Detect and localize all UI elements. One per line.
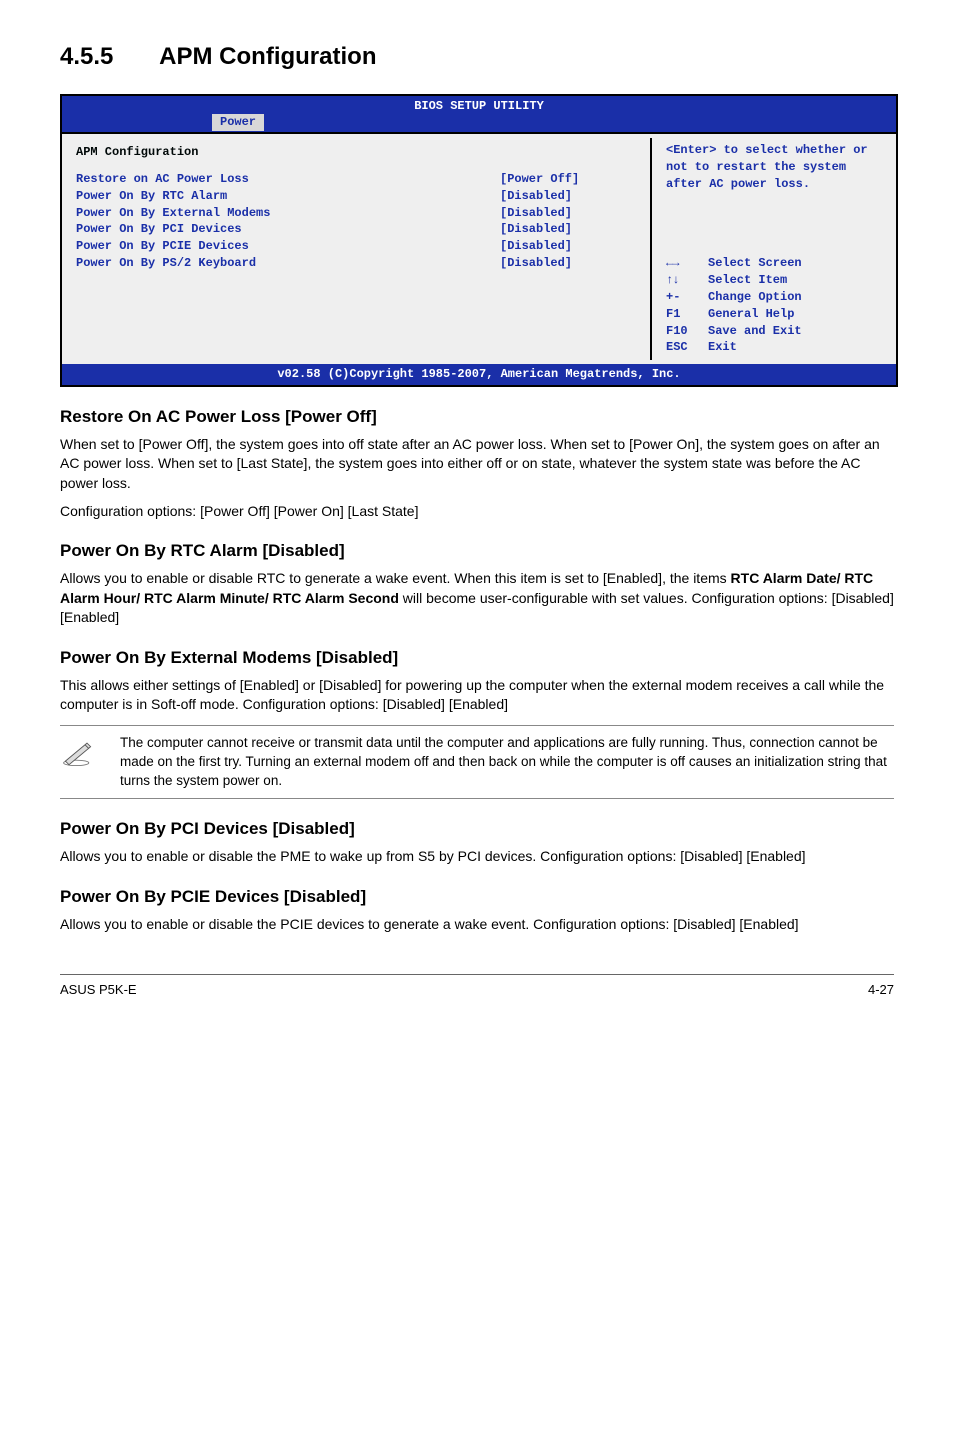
subsection-heading-ext-modems: Power On By External Modems [Disabled] [60,646,894,670]
bios-key: ESC [666,339,708,356]
bios-item-label: Power On By PCIE Devices [76,238,500,255]
bios-item: Power On By PCIE Devices[Disabled] [76,238,640,255]
bios-key-desc: General Help [708,306,794,323]
subsection-body: Allows you to enable or disable the PME … [60,847,894,867]
bios-item-label: Power On By PCI Devices [76,221,500,238]
subsection-body: When set to [Power Off], the system goes… [60,435,894,494]
note-text: The computer cannot receive or transmit … [120,734,894,791]
section-number: 4.5.5 [60,40,113,74]
bios-item-value: [Disabled] [500,188,640,205]
footer-left: ASUS P5K-E [60,981,137,999]
bios-key: F10 [666,323,708,340]
bios-key-row: ESCExit [666,339,886,356]
bios-key-desc: Select Screen [708,255,802,272]
bios-body: APM Configuration Restore on AC Power Lo… [62,132,896,364]
bios-item: Power On By RTC Alarm[Disabled] [76,188,640,205]
bios-key: ↑↓ [666,272,708,289]
subsection-heading-restore: Restore On AC Power Loss [Power Off] [60,405,894,429]
note-block: The computer cannot receive or transmit … [60,725,894,800]
subsection-heading-pcie: Power On By PCIE Devices [Disabled] [60,885,894,909]
bios-tab-row: Power [62,114,896,132]
bios-help-text: <Enter> to select whether or not to rest… [666,142,886,192]
bios-key-row: ←→Select Screen [666,255,886,272]
body-pre: Allows you to enable or disable RTC to g… [60,570,731,586]
bios-key-row: F1General Help [666,306,886,323]
bios-key-desc: Change Option [708,289,802,306]
bios-item-label: Restore on AC Power Loss [76,171,500,188]
section-title: APM Configuration [159,43,376,70]
bios-key-row: ↑↓Select Item [666,272,886,289]
bios-item-label: Power On By PS/2 Keyboard [76,255,500,272]
subsection-heading-pci: Power On By PCI Devices [Disabled] [60,817,894,841]
subsection-body: This allows either settings of [Enabled]… [60,676,894,715]
bios-key-help: ←→Select Screen ↑↓Select Item +-Change O… [666,255,886,356]
bios-item: Power On By External Modems[Disabled] [76,205,640,222]
bios-panel-heading: APM Configuration [76,144,640,161]
bios-item-label: Power On By External Modems [76,205,500,222]
subsection-body: Allows you to enable or disable RTC to g… [60,569,894,628]
bios-key: +- [666,289,708,306]
bios-item-value: [Power Off] [500,171,640,188]
bios-setup-screenshot: BIOS SETUP UTILITY Power APM Configurati… [60,94,898,387]
bios-item-value: [Disabled] [500,255,640,272]
bios-item-label: Power On By RTC Alarm [76,188,500,205]
config-options: Configuration options: [Power Off] [Powe… [60,502,894,522]
bios-item: Power On By PCI Devices[Disabled] [76,221,640,238]
footer-right: 4-27 [868,981,894,999]
bios-active-tab: Power [212,114,264,131]
bios-key-desc: Exit [708,339,737,356]
section-heading: 4.5.5 APM Configuration [60,40,894,74]
page-footer: ASUS P5K-E 4-27 [60,974,894,999]
pencil-note-icon [60,734,100,774]
subsection-heading-rtc: Power On By RTC Alarm [Disabled] [60,539,894,563]
bios-title: BIOS SETUP UTILITY [62,96,896,115]
bios-key-row: +-Change Option [666,289,886,306]
bios-item: Power On By PS/2 Keyboard[Disabled] [76,255,640,272]
bios-left-panel: APM Configuration Restore on AC Power Lo… [66,138,652,360]
bios-key: F1 [666,306,708,323]
bios-item-value: [Disabled] [500,205,640,222]
bios-item: Restore on AC Power Loss[Power Off] [76,171,640,188]
subsection-body: Allows you to enable or disable the PCIE… [60,915,894,935]
bios-key-desc: Save and Exit [708,323,802,340]
bios-key: ←→ [666,255,708,272]
bios-item-value: [Disabled] [500,221,640,238]
bios-key-row: F10Save and Exit [666,323,886,340]
bios-footer: v02.58 (C)Copyright 1985-2007, American … [62,364,896,385]
bios-key-desc: Select Item [708,272,787,289]
bios-item-value: [Disabled] [500,238,640,255]
bios-right-panel: <Enter> to select whether or not to rest… [656,134,896,364]
